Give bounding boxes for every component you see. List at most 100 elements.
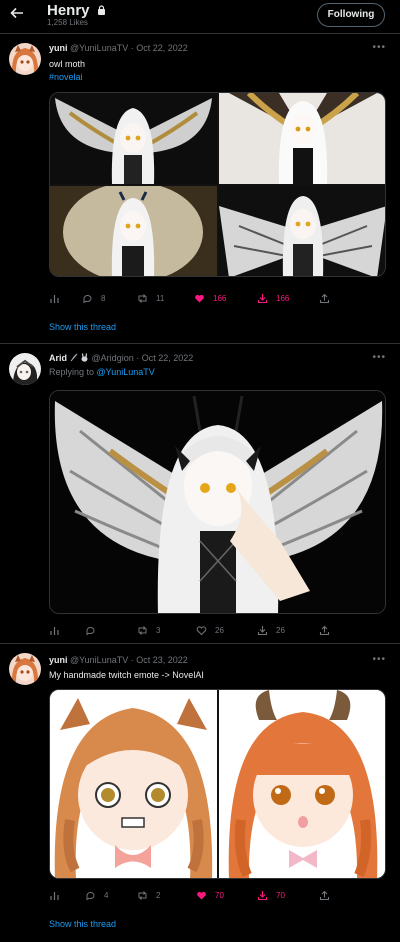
heart-icon [196,625,207,635]
share-icon [319,293,330,303]
share-button[interactable] [319,291,338,305]
share-button[interactable] [319,888,338,902]
rabbit-icon [80,353,89,362]
more-icon[interactable]: ••• [372,352,386,363]
tweet-text: owl moth [49,59,86,69]
tweet-date[interactable]: Oct 23, 2022 [136,655,188,665]
share-button[interactable] [319,623,338,637]
author-handle[interactable]: @YuniLunaTV [70,43,128,53]
retweet-button[interactable]: 11 [137,291,164,305]
download-icon [257,625,268,635]
replying-to-label: Replying to [49,367,95,377]
reply-button[interactable] [85,623,104,637]
tweet-date[interactable]: Oct 22, 2022 [142,353,194,363]
reply-count: 8 [101,293,106,303]
tweet[interactable]: Arid @Aridgion · Oct 22, 2022 ••• Replyi… [0,345,400,644]
retweet-icon [138,293,147,303]
author-name[interactable]: Arid [49,353,67,363]
media-image[interactable] [219,186,385,276]
hashtag-link[interactable]: #novelai [49,72,83,82]
media-image[interactable] [49,390,386,614]
retweet-count: 2 [156,890,161,900]
like-count: 26 [215,625,224,635]
tweet-header: Arid @Aridgion · Oct 22, 2022 [49,353,193,363]
heart-icon [195,294,204,302]
download-icon [257,890,268,900]
media-image[interactable] [50,93,217,184]
retweet-button[interactable]: 3 [137,623,160,637]
tweet[interactable]: yuni @YuniLunaTV · Oct 23, 2022 ••• My h… [0,645,400,942]
retweet-count: 11 [156,293,165,303]
separator: · [130,655,134,665]
share-icon [319,890,330,900]
retweet-icon [138,625,147,635]
reply-icon [83,294,92,303]
more-icon[interactable]: ••• [372,42,386,53]
analytics-icon [50,626,59,635]
download-count: 70 [276,890,285,900]
like-button[interactable]: 26 [196,623,224,637]
tweet[interactable]: yuni @YuniLunaTV · Oct 22, 2022 ••• owl … [0,35,400,344]
avatar[interactable] [9,653,41,685]
back-arrow-icon[interactable] [9,5,25,21]
likes-count: 1,258 Likes [47,18,88,27]
tweet-text: My handmade twitch emote -> NovelAI [49,670,204,680]
download-button[interactable]: 70 [257,888,285,902]
quill-icon [70,353,78,362]
tweet-header: yuni @YuniLunaTV · Oct 22, 2022 [49,43,188,53]
author-name[interactable]: yuni [49,655,68,665]
lock-icon [97,5,106,18]
top-bar: Henry 1,258 Likes Following [0,0,400,34]
like-button[interactable]: 166 [194,291,226,305]
share-icon [319,625,330,635]
retweet-button[interactable]: 2 [137,888,160,902]
media-image[interactable] [219,690,385,878]
show-thread-link[interactable]: Show this thread [49,322,116,332]
reply-button[interactable]: 8 [82,291,105,305]
download-icon [257,293,268,303]
author-handle[interactable]: @Aridgion [92,353,134,363]
reply-icon [86,626,95,635]
analytics-button[interactable] [49,888,68,902]
download-count: 26 [276,625,285,635]
media-image[interactable] [50,186,217,276]
media-image[interactable] [50,690,217,878]
like-count: 166 [213,293,227,303]
reply-to-link[interactable]: @YuniLunaTV [97,367,155,377]
reply-count: 4 [104,890,109,900]
author-handle[interactable]: @YuniLunaTV [70,655,128,665]
retweet-icon [138,890,147,900]
media-grid[interactable] [49,92,386,277]
separator: · [130,43,134,53]
profile-title: Henry [47,2,106,19]
analytics-button[interactable] [49,623,68,637]
following-button[interactable]: Following [317,3,385,27]
tweet-header: yuni @YuniLunaTV · Oct 23, 2022 [49,655,188,665]
analytics-button[interactable] [49,291,68,305]
analytics-icon [50,294,59,303]
reply-context: Replying to @YuniLunaTV [49,367,155,377]
reply-icon [86,891,95,900]
media-image[interactable] [219,93,385,184]
download-button[interactable]: 26 [257,623,285,637]
avatar[interactable] [9,43,41,75]
analytics-icon [50,891,59,900]
media-grid[interactable] [49,689,386,879]
tweet-actions: 4 2 70 70 [49,888,386,902]
show-thread-link[interactable]: Show this thread [49,919,116,929]
author-name[interactable]: yuni [49,43,68,53]
like-button[interactable]: 70 [196,888,224,902]
reply-button[interactable]: 4 [85,888,108,902]
retweet-count: 3 [156,625,161,635]
tweet-actions: 3 26 26 [49,623,386,637]
more-icon[interactable]: ••• [372,654,386,665]
download-count: 166 [276,293,290,303]
heart-icon [197,891,206,899]
avatar[interactable] [9,353,41,385]
like-count: 70 [215,890,224,900]
download-button[interactable]: 166 [257,291,289,305]
separator: · [136,353,140,363]
profile-name: Henry [47,2,90,19]
tweet-actions: 8 11 166 166 [49,291,386,305]
tweet-date[interactable]: Oct 22, 2022 [136,43,188,53]
